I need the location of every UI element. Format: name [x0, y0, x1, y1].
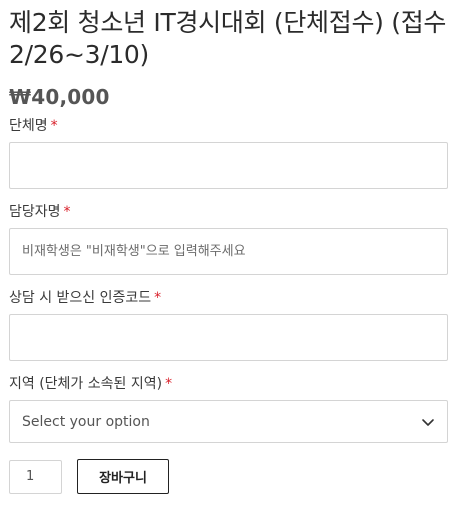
required-mark: * [165, 376, 173, 392]
required-mark: * [154, 290, 162, 306]
product-title: 제2회 청소년 IT경시대회 (단체접수) (접수 2/26~3/10) [9, 8, 447, 69]
auth-code-label-text: 상담 시 받으신 인증코드 [9, 290, 152, 306]
group-name-field: 단체명 * [9, 116, 448, 189]
contact-name-field: 담당자명 * [9, 202, 448, 275]
region-select-value: Select your option [22, 413, 150, 430]
region-label: 지역 (단체가 소속된 지역) * [9, 374, 448, 394]
required-mark: * [63, 204, 71, 220]
required-mark: * [50, 118, 58, 134]
contact-name-input[interactable] [9, 228, 448, 275]
group-name-label-text: 단체명 [9, 118, 48, 134]
region-field: 지역 (단체가 소속된 지역) * Select your option [9, 374, 448, 443]
contact-name-label-text: 담당자명 [9, 204, 61, 220]
quantity-input[interactable] [9, 459, 62, 494]
chevron-down-icon [422, 418, 434, 426]
add-to-cart-row: 장바구니 [9, 459, 448, 494]
add-to-cart-button[interactable]: 장바구니 [77, 459, 169, 494]
auth-code-label: 상담 시 받으신 인증코드 * [9, 288, 448, 308]
region-label-text: 지역 (단체가 소속된 지역) [9, 376, 163, 392]
group-name-label: 단체명 * [9, 116, 448, 136]
contact-name-label: 담당자명 * [9, 202, 448, 222]
auth-code-input[interactable] [9, 314, 448, 361]
group-name-input[interactable] [9, 142, 448, 189]
product-price: ₩40,000 [9, 85, 110, 109]
region-select[interactable]: Select your option [9, 400, 448, 443]
product-page: 제2회 청소년 IT경시대회 (단체접수) (접수 2/26~3/10) ₩40… [0, 7, 457, 494]
auth-code-field: 상담 시 받으신 인증코드 * [9, 288, 448, 361]
